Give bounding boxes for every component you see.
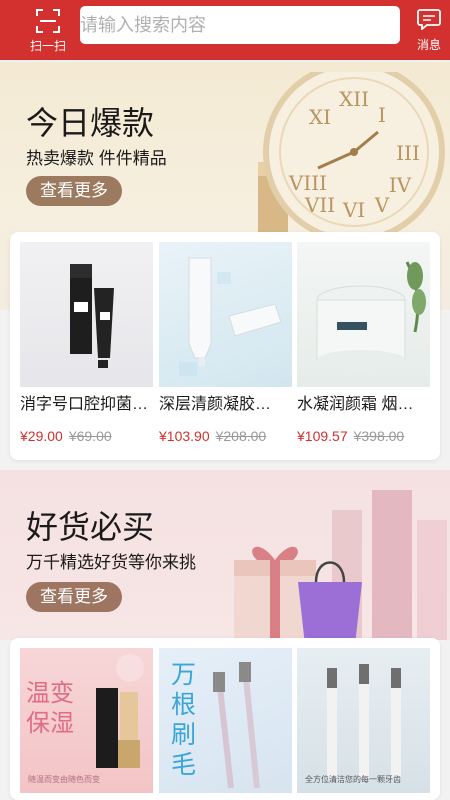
product-item[interactable]: 全方位清洁您的每一颗牙齿	[297, 648, 430, 793]
toothbrush-overlay-text: 万根刷毛	[171, 661, 197, 779]
svg-text:VIII: VIII	[288, 171, 327, 195]
search-input[interactable]: 请输入搜索内容	[80, 6, 206, 44]
product-price: ¥103.90	[159, 428, 210, 444]
scan-icon	[36, 9, 60, 33]
product-price-row: ¥29.00 ¥69.00	[20, 426, 153, 446]
lipstick-caption: 随温而变由随色而变	[28, 775, 100, 784]
scan-label: 扫一扫	[29, 39, 66, 53]
product-original-price: ¥69.00	[68, 428, 112, 444]
view-more-button[interactable]: 查看更多	[26, 582, 122, 612]
lipstick-image: 温变保湿 随温而变由随色而变	[20, 648, 153, 793]
message-label: 消息	[416, 38, 441, 52]
top-bar: 扫一扫 请输入搜索内容 消息	[0, 0, 450, 60]
gift-bag-decoration	[234, 490, 447, 640]
svg-text:I: I	[378, 103, 386, 127]
svg-text:XII: XII	[339, 87, 369, 111]
cream-jar-image	[297, 242, 430, 387]
product-item[interactable]: 深层清颜凝胶… ¥103.90 ¥208.00	[159, 242, 292, 446]
product-item[interactable]: 消字号口腔抑菌… ¥29.00 ¥69.00	[20, 242, 153, 446]
svg-text:VI: VI	[342, 198, 365, 222]
product-original-price: ¥398.00	[353, 428, 405, 444]
message-icon	[417, 9, 441, 30]
banner-title: 好货必买	[26, 509, 155, 545]
must-buy-banner[interactable]: 好货必买 万千精选好货等你来挑 查看更多	[0, 470, 450, 640]
toothbrush-image: 万根刷毛	[159, 648, 292, 793]
scan-button[interactable]: 扫一扫	[26, 6, 70, 58]
hot-products-card: 消字号口腔抑菌… ¥29.00 ¥69.00 深层清颜凝胶… ¥103.90 ¥20…	[10, 232, 440, 460]
banner-subtitle: 万千精选好货等你来挑	[26, 553, 196, 572]
svg-text:XI: XI	[309, 105, 331, 129]
svg-text:VII: VII	[304, 193, 335, 217]
banner-subtitle: 热卖爆款 件件精品	[26, 149, 167, 168]
product-price-row: ¥109.57 ¥398.00	[297, 426, 430, 446]
product-price: ¥109.57	[297, 428, 348, 444]
toothpaste-tube-image	[20, 242, 153, 387]
product-item[interactable]: 万根刷毛	[159, 648, 292, 793]
product-item[interactable]: 水凝润颜霜 烟… ¥109.57 ¥398.00	[297, 242, 430, 446]
cleanser-tube-image	[159, 242, 292, 387]
product-name: 消字号口腔抑菌…	[20, 396, 149, 413]
product-price-row: ¥103.90 ¥208.00	[159, 426, 292, 446]
search-box[interactable]: 请输入搜索内容	[80, 6, 400, 44]
product-original-price: ¥208.00	[215, 428, 267, 444]
view-more-button[interactable]: 查看更多	[26, 176, 122, 206]
must-buy-products-card: 温变保湿 随温而变由随色而变 万根刷毛 全方位清洁您的每一颗牙齿	[10, 638, 440, 800]
product-name: 深层清颜凝胶…	[159, 396, 272, 413]
svg-text:III: III	[396, 141, 420, 165]
svg-text:V: V	[374, 193, 390, 217]
lipstick-overlay-text: 温变保湿	[26, 679, 74, 737]
toothbrush-set-image: 全方位清洁您的每一颗牙齿	[297, 648, 430, 793]
message-button[interactable]: 消息	[412, 8, 446, 56]
toothbrush-set-caption: 全方位清洁您的每一颗牙齿	[305, 775, 401, 784]
svg-text:IV: IV	[389, 173, 412, 197]
product-item[interactable]: 温变保湿 随温而变由随色而变	[20, 648, 153, 793]
banner-title: 今日爆款	[26, 105, 155, 141]
product-price: ¥29.00	[20, 428, 63, 444]
product-name: 水凝润颜霜 烟…	[297, 396, 414, 413]
